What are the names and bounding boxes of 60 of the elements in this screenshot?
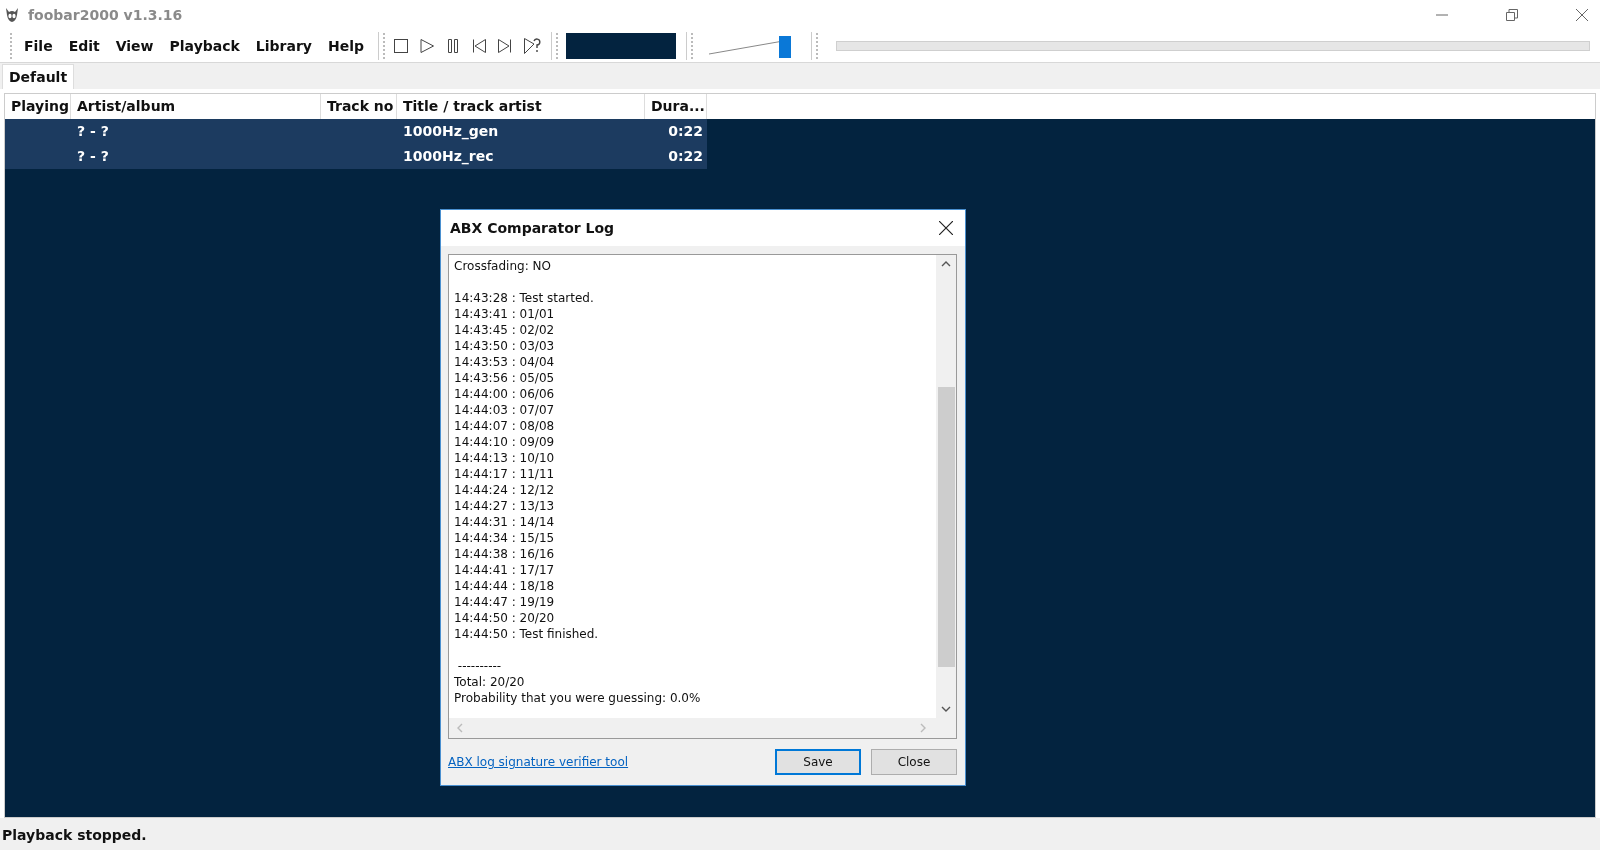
dialog-button[interactable]: Close xyxy=(871,749,957,775)
table-cell: ? - ? xyxy=(77,148,109,164)
log-line: 14:44:31 : 14/14 xyxy=(454,514,556,530)
play-icon[interactable] xyxy=(419,38,435,54)
log-line: 14:44:07 : 08/08 xyxy=(454,418,556,434)
playlist-tab[interactable]: Default xyxy=(2,64,75,89)
log-line: 14:44:44 : 18/18 xyxy=(454,578,556,594)
table-cell: 1000Hz_gen xyxy=(403,123,499,139)
log-line: 14:44:47 : 19/19 xyxy=(454,594,556,610)
dialog-button[interactable]: Save xyxy=(775,749,861,775)
log-line: 14:44:38 : 16/16 xyxy=(454,546,556,562)
alien-logo-icon xyxy=(4,7,20,23)
pause-icon[interactable] xyxy=(445,38,461,54)
log-line: 14:43:53 : 04/04 xyxy=(454,354,556,370)
log-line: 14:44:17 : 11/11 xyxy=(454,466,556,482)
log-line: 14:44:50 : Test finished. xyxy=(454,626,600,642)
menu-item[interactable]: Playback xyxy=(161,34,248,58)
vertical-scrollbar[interactable] xyxy=(936,255,956,718)
close-icon[interactable] xyxy=(939,221,953,235)
scroll-up-icon[interactable] xyxy=(941,261,951,267)
dialog-title: ABX Comparator Log xyxy=(450,220,615,236)
log-line: 14:44:10 : 09/09 xyxy=(454,434,556,450)
log-line: 14:43:41 : 01/01 xyxy=(454,306,556,322)
log-line: 14:43:50 : 03/03 xyxy=(454,338,556,354)
table-cell: ? - ? xyxy=(77,123,109,139)
log-line: 14:44:13 : 10/10 xyxy=(454,450,556,466)
log-line: 14:44:41 : 17/17 xyxy=(454,562,556,578)
log-line: Probability that you were guessing: 0.0% xyxy=(454,690,702,706)
log-line: 14:44:00 : 06/06 xyxy=(454,386,556,402)
log-line: 14:44:27 : 13/13 xyxy=(454,498,556,514)
table-cell: 0:22 xyxy=(668,123,703,139)
scroll-down-icon[interactable] xyxy=(941,706,951,712)
log-line: Crossfading: NO xyxy=(454,258,552,274)
window-title: foobar2000 v1.3.16 xyxy=(28,7,183,23)
table-cell: 1000Hz_rec xyxy=(403,148,494,164)
log-line: 14:44:34 : 15/15 xyxy=(454,530,556,546)
verifier-link[interactable]: ABX log signature verifier tool xyxy=(448,755,629,769)
log-line: 14:43:56 : 05/05 xyxy=(454,370,556,386)
menu-item[interactable]: Help xyxy=(319,34,372,58)
playlist-row[interactable]: ? - ? 1000Hz_rec 0:22 xyxy=(5,144,707,169)
playlist-row[interactable]: ? - ? 1000Hz_gen 0:22 xyxy=(5,119,707,144)
next-icon[interactable] xyxy=(497,38,513,54)
previous-icon[interactable] xyxy=(471,38,487,54)
menu-item[interactable]: Edit xyxy=(60,34,108,58)
restore-icon[interactable] xyxy=(1506,9,1518,21)
log-line: Total: 20/20 xyxy=(454,674,526,690)
menu-item[interactable]: File xyxy=(16,34,61,58)
random-icon[interactable] xyxy=(523,37,541,55)
log-line: 14:44:50 : 20/20 xyxy=(454,610,556,626)
table-cell: 0:22 xyxy=(668,148,703,164)
log-line: 14:43:45 : 02/02 xyxy=(454,322,556,338)
log-line: 14:44:24 : 12/12 xyxy=(454,482,556,498)
stop-icon[interactable] xyxy=(393,38,409,54)
log-line: 14:43:28 : Test started. xyxy=(454,290,595,306)
log-line: 14:44:03 : 07/07 xyxy=(454,402,556,418)
status-text: Playback stopped. xyxy=(0,818,1600,850)
log-line: ---------- xyxy=(456,658,503,674)
menu-item[interactable]: View xyxy=(107,34,162,58)
log-text-area[interactable] xyxy=(448,254,957,739)
menu-item[interactable]: Library xyxy=(247,34,320,58)
